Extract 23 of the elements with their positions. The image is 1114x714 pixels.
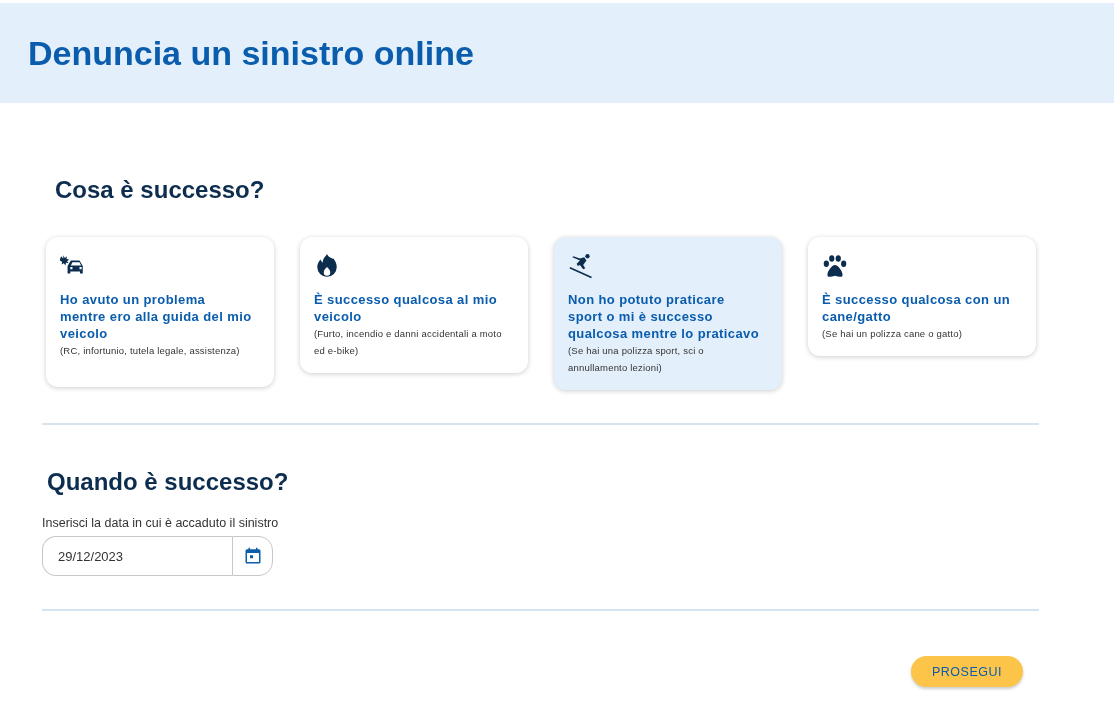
option-description: (Se hai un polizza cane o gatto): [822, 327, 963, 341]
option-description: (Furto, incendio e danni accidentali a moto ed e-bike): [314, 327, 503, 358]
paw-icon: [822, 253, 848, 279]
option-title: Ho avuto un problema mentre ero alla guida del mio veicolo: [60, 291, 253, 342]
option-card[interactable]: È successo qualcosa con un cane/gatto (Se hai un polizza cane o gatto): [808, 237, 1036, 356]
section-heading: Cosa è successo?: [54, 175, 266, 204]
option-title: È successo qualcosa al mio veicolo: [314, 291, 499, 325]
option-card[interactable]: Ho avuto un problema mentre ero alla guida del mio veicolo (RC, infortunio, tutela legale, assistenza): [46, 237, 274, 387]
calendar-icon: [243, 547, 262, 565]
page-title: Denuncia un sinistro online: [28, 33, 474, 73]
option-card[interactable]: È successo qualcosa al mio veicolo (Furto, incendio e danni accidentali a moto ed e-bike): [300, 237, 528, 373]
flame-icon: [314, 253, 340, 279]
option-title: Non ho potuto praticare sport o mi è successo qualcosa mentre lo praticavo: [568, 291, 761, 342]
option-description: (RC, infortunio, tutela legale, assistenza): [60, 344, 241, 358]
continue-button[interactable]: PROSEGUI: [911, 656, 1023, 687]
calendar-button[interactable]: [232, 536, 273, 576]
option-description: (Se hai una polizza sport, sci o annullamento lezioni): [568, 344, 705, 375]
option-title: È successo qualcosa con un cane/gatto: [822, 291, 1012, 325]
section-heading: Quando è successo?: [46, 467, 290, 496]
date-field[interactable]: 29/12/2023: [42, 536, 232, 576]
field-label: Inserisci la data in cui è accaduto il sinistro: [42, 516, 280, 530]
option-card[interactable]: Non ho potuto praticare sport o mi è successo qualcosa mentre lo praticavo (Se hai una polizza sport, sci o annullamento lezioni): [554, 237, 782, 390]
skier-icon: [568, 253, 594, 279]
